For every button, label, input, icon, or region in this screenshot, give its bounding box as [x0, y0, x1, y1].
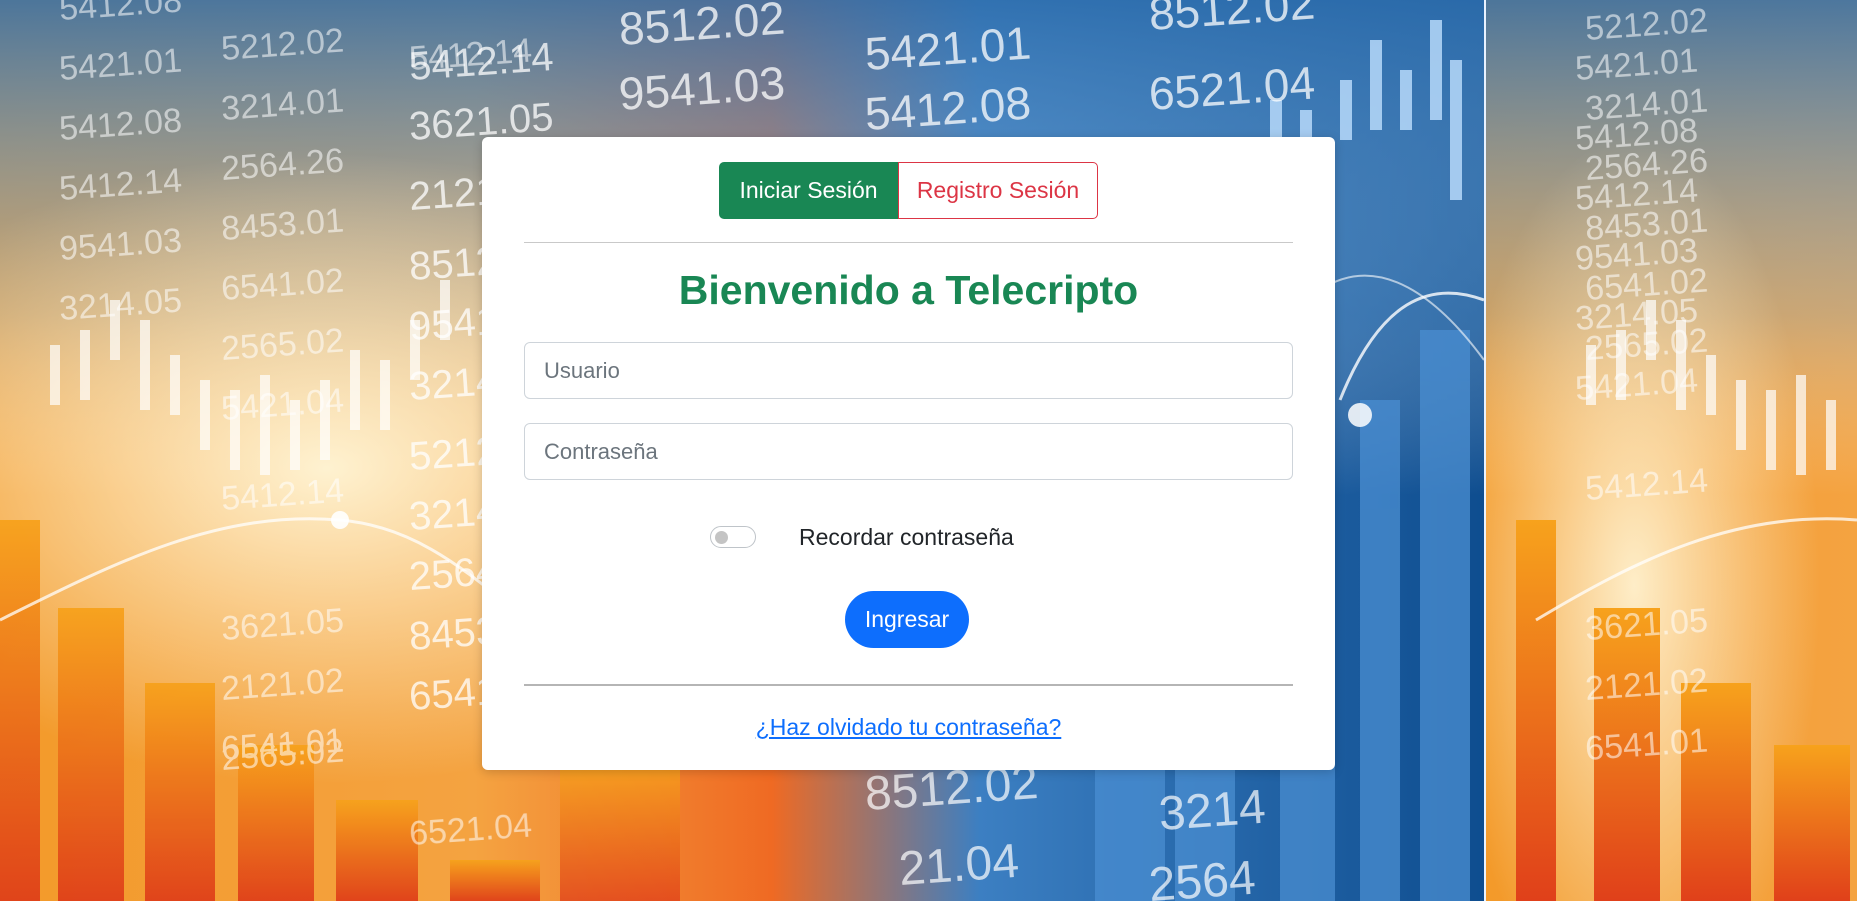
- login-page: 5412.08 5212.02 5421.01 5412.14 3214.01 5412.…: [0, 0, 1857, 901]
- ticker-number: 3214: [1157, 781, 1267, 841]
- auth-tabs: Iniciar Sesión Registro Sesión: [482, 162, 1335, 219]
- ticker-number: 21.04: [897, 835, 1021, 896]
- tab-register[interactable]: Registro Sesión: [898, 162, 1098, 219]
- remember-label: Recordar contraseña: [799, 524, 1014, 550]
- forgot-password-row: ¿Haz olvidado tu contraseña?: [482, 714, 1335, 741]
- login-submit-button[interactable]: Ingresar: [845, 591, 969, 648]
- divider-bottom: [524, 684, 1293, 686]
- finance-chart-background-repeat: 5212.025421.013214.015412.082564.265412.…: [1486, 0, 1857, 901]
- ticker-number: 2564: [1147, 852, 1257, 901]
- forgot-password-link[interactable]: ¿Haz olvidado tu contraseña?: [756, 714, 1062, 740]
- login-card: Iniciar Sesión Registro Sesión Bienvenid…: [482, 137, 1335, 770]
- tab-login[interactable]: Iniciar Sesión: [719, 162, 898, 219]
- divider-top: [524, 242, 1293, 243]
- finance-background-image-repeat: 5212.02 5421.01 3214.01 5412.08 2564.26 5412.…: [1486, 0, 1857, 901]
- password-input[interactable]: [524, 423, 1293, 480]
- toggle-knob: [715, 531, 728, 544]
- username-input[interactable]: [524, 342, 1293, 399]
- page-title: Bienvenido a Telecripto: [678, 267, 1139, 313]
- remember-row: Recordar contraseña: [482, 522, 1335, 552]
- remember-toggle[interactable]: [710, 526, 756, 548]
